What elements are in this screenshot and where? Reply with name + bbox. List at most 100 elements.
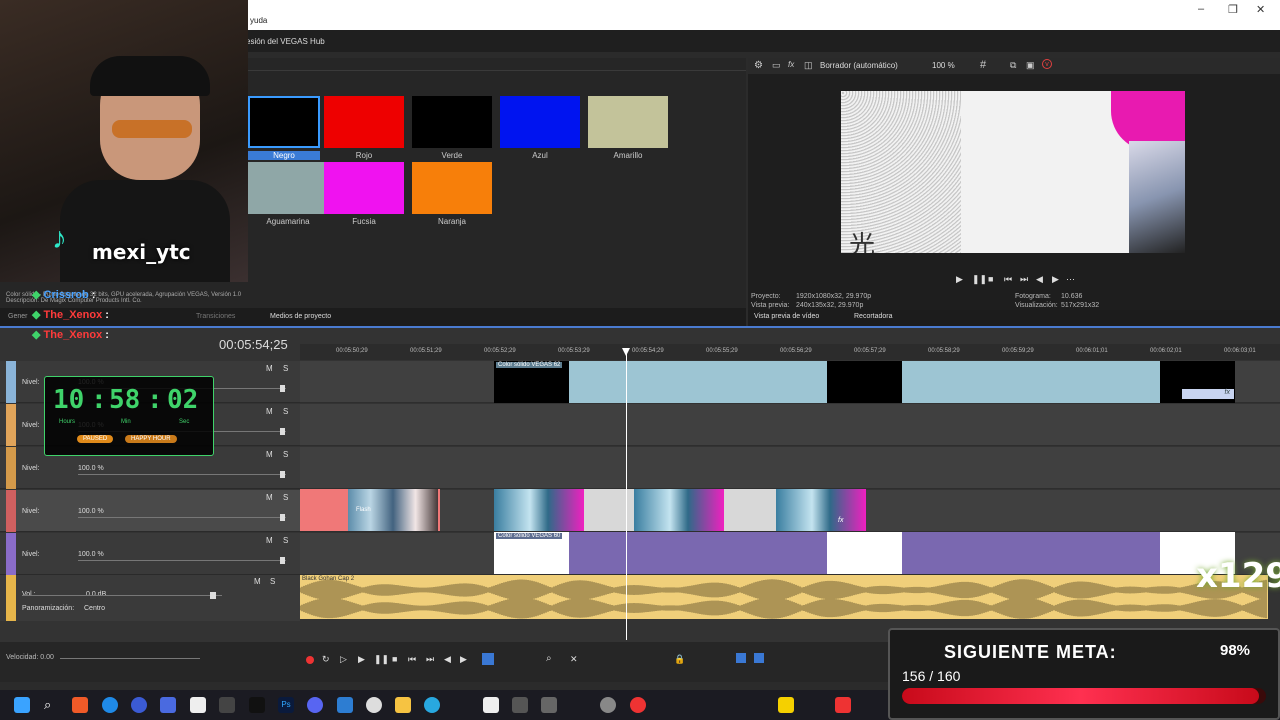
level-slider-handle[interactable] bbox=[280, 471, 285, 478]
obs-icon[interactable] bbox=[483, 697, 499, 713]
record-icon[interactable]: v bbox=[1042, 59, 1052, 69]
mute-button[interactable]: M bbox=[266, 450, 273, 459]
solo-button[interactable]: S bbox=[283, 493, 288, 502]
save-snapshot-icon[interactable]: ▣ bbox=[1026, 60, 1035, 71]
telegram-icon[interactable] bbox=[424, 697, 440, 713]
app3-icon[interactable] bbox=[541, 697, 557, 713]
next-frame-icon[interactable]: ⏭ bbox=[1020, 274, 1028, 285]
tab-trimmer[interactable]: Recortadora bbox=[854, 313, 893, 320]
solo-button[interactable]: S bbox=[283, 364, 288, 373]
swatch-1[interactable] bbox=[324, 96, 404, 148]
tab-project-media[interactable]: Medios de proyecto bbox=[270, 313, 331, 320]
swatch-4[interactable] bbox=[588, 96, 668, 148]
swatch-0[interactable] bbox=[248, 96, 320, 148]
zoom-tool-icon[interactable]: ⌕ bbox=[546, 653, 552, 664]
level-slider[interactable] bbox=[78, 517, 286, 518]
mute-button[interactable]: M bbox=[266, 536, 273, 545]
vegas-icon[interactable] bbox=[131, 697, 147, 713]
solid-clip-lightblue-2[interactable] bbox=[902, 361, 1160, 403]
go-start-icon[interactable]: ⏮ bbox=[408, 654, 416, 665]
step-forward-icon[interactable]: ▶ bbox=[1052, 274, 1059, 285]
playhead[interactable] bbox=[626, 352, 627, 640]
solid-clip-black[interactable]: Color sólido VEGAS 62 bbox=[494, 361, 569, 403]
solo-button[interactable]: S bbox=[283, 450, 288, 459]
terminal-icon[interactable] bbox=[249, 697, 265, 713]
zoom-dropdown[interactable]: 100 % bbox=[932, 61, 955, 70]
vegas-pro-icon[interactable] bbox=[160, 697, 176, 713]
app6-icon[interactable] bbox=[778, 697, 794, 713]
play-button[interactable]: ▶ bbox=[358, 654, 365, 665]
app5-icon[interactable] bbox=[630, 697, 646, 713]
timeline-ruler[interactable]: 00:05:50;29 00:05:51;29 00:05:52;29 00:05:5… bbox=[300, 344, 1280, 360]
video-clip-3[interactable]: fx bbox=[776, 489, 866, 531]
record-button[interactable] bbox=[306, 656, 314, 664]
external-monitor-icon[interactable]: ▭ bbox=[772, 60, 781, 71]
crossfade-2[interactable] bbox=[724, 489, 776, 531]
snapping-icon[interactable] bbox=[736, 653, 746, 663]
solo-button[interactable]: S bbox=[283, 536, 288, 545]
close-icon[interactable]: ✕ bbox=[1256, 3, 1265, 16]
solo-button[interactable]: S bbox=[270, 577, 275, 586]
mute-button[interactable]: M bbox=[266, 407, 273, 416]
video-clip-1[interactable] bbox=[494, 489, 584, 531]
menu-fragment[interactable]: yuda bbox=[250, 16, 267, 25]
cloud-icon[interactable] bbox=[366, 697, 382, 713]
vegas-hub-link[interactable]: esión del VEGAS Hub bbox=[246, 37, 325, 46]
video-clip-2[interactable] bbox=[634, 489, 724, 531]
vol-slider-handle[interactable] bbox=[210, 592, 216, 599]
next-frame-button[interactable]: ▶ bbox=[460, 654, 467, 665]
app-icon[interactable] bbox=[219, 697, 235, 713]
fx-icon[interactable]: fx bbox=[788, 60, 794, 69]
play-from-start-icon[interactable]: ▷ bbox=[340, 654, 347, 665]
audio-clip[interactable]: Black Gohan Cap 2 bbox=[300, 575, 1268, 619]
level-slider-handle[interactable] bbox=[280, 428, 285, 435]
play-icon[interactable]: ▶ bbox=[956, 274, 963, 285]
stop-button[interactable]: ■ bbox=[392, 654, 397, 664]
more-icon[interactable]: ⋯ bbox=[1066, 274, 1075, 285]
solo-button[interactable]: S bbox=[283, 407, 288, 416]
swatch-3[interactable] bbox=[500, 96, 580, 148]
level-slider-handle[interactable] bbox=[280, 514, 285, 521]
lock-icon[interactable]: 🔒 bbox=[674, 654, 685, 665]
capcut-icon[interactable] bbox=[190, 697, 206, 713]
minimize-icon[interactable]: – bbox=[1198, 3, 1204, 15]
level-slider-handle[interactable] bbox=[280, 385, 285, 392]
level-slider-handle[interactable] bbox=[280, 557, 285, 564]
edge-icon[interactable] bbox=[102, 697, 118, 713]
swatch-7[interactable] bbox=[412, 162, 492, 214]
solid-clip-white[interactable]: Color sólido VEGAS 60 bbox=[494, 532, 569, 574]
auto-crossfade-icon[interactable] bbox=[754, 653, 764, 663]
prev-frame-icon[interactable]: ⏮ bbox=[1004, 274, 1012, 285]
start-icon[interactable] bbox=[14, 697, 30, 713]
solid-clip-lightblue-1[interactable] bbox=[569, 361, 827, 403]
normal-edit-tool-icon[interactable] bbox=[482, 653, 494, 665]
speed-slider[interactable] bbox=[60, 658, 200, 659]
solid-clip-black-2[interactable] bbox=[827, 361, 902, 403]
level-slider[interactable] bbox=[78, 560, 286, 561]
swatch-2[interactable] bbox=[412, 96, 492, 148]
fx-icon[interactable]: fx bbox=[1182, 389, 1234, 399]
solid-clip-purple-2[interactable] bbox=[902, 532, 1160, 574]
flash-clip[interactable]: Flash bbox=[300, 489, 440, 531]
restore-icon[interactable]: ❐ bbox=[1228, 3, 1238, 16]
mute-button[interactable]: M bbox=[266, 364, 273, 373]
grid-icon[interactable]: # bbox=[980, 59, 986, 71]
solid-clip-purple-1[interactable] bbox=[569, 532, 827, 574]
photoshop-icon[interactable]: Ps bbox=[278, 697, 294, 713]
folder-icon[interactable] bbox=[395, 697, 411, 713]
search-icon[interactable]: ⌕ bbox=[44, 697, 60, 713]
app2-icon[interactable] bbox=[512, 697, 528, 713]
mute-button[interactable]: M bbox=[266, 493, 273, 502]
discord-icon[interactable] bbox=[307, 697, 323, 713]
swatch-5[interactable] bbox=[248, 162, 328, 214]
pause-icon[interactable]: ❚❚ bbox=[972, 274, 987, 285]
solid-clip-white-2[interactable] bbox=[827, 532, 902, 574]
track-lane-3[interactable] bbox=[300, 447, 1280, 489]
tab-video-preview[interactable]: Vista previa de vídeo bbox=[754, 313, 819, 320]
preview-quality-dropdown[interactable]: Borrador (automático) bbox=[820, 61, 898, 70]
solid-clip-black-3[interactable]: fx bbox=[1160, 361, 1235, 403]
prev-frame-button[interactable]: ◀ bbox=[444, 654, 451, 665]
level-slider[interactable] bbox=[78, 474, 286, 475]
copy-snapshot-icon[interactable]: ⧉ bbox=[1010, 60, 1016, 71]
notepad-icon[interactable] bbox=[337, 697, 353, 713]
